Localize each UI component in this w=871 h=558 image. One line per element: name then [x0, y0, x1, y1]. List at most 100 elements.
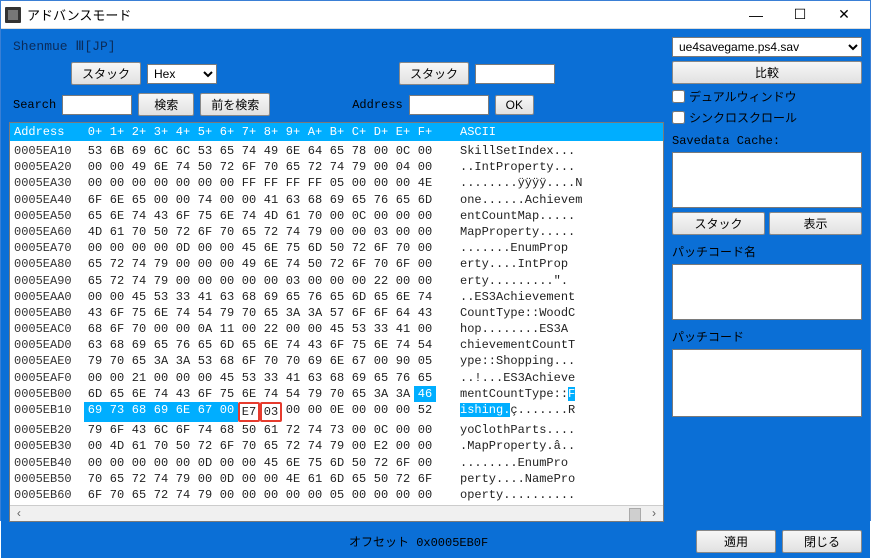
hex-byte[interactable]: 00 [172, 370, 194, 386]
dual-window-check[interactable]: デュアルウィンドウ [672, 88, 862, 105]
hex-byte[interactable]: 70 [238, 305, 260, 321]
hex-byte[interactable]: FF [282, 175, 304, 191]
hex-row[interactable]: 0005EA9065727479000000000003000000220000… [14, 273, 659, 289]
hex-body[interactable]: 0005EA10536B696C6C536574496E646578000C00… [10, 141, 663, 505]
hex-byte[interactable]: 00 [392, 487, 414, 503]
hex-byte[interactable]: 90 [392, 353, 414, 369]
hex-byte[interactable]: 70 [260, 353, 282, 369]
hex-byte[interactable]: 49 [128, 159, 150, 175]
hex-byte[interactable]: 74 [172, 159, 194, 175]
hex-byte[interactable]: 00 [370, 487, 392, 503]
hex-byte[interactable]: 3A [304, 305, 326, 321]
hex-byte[interactable]: 6F [172, 422, 194, 438]
hex-byte[interactable]: 00 [370, 353, 392, 369]
hex-byte[interactable]: 6F [370, 305, 392, 321]
hex-row[interactable]: 0005EB006D656E74436F756E74547970653A3A46… [14, 386, 659, 402]
hex-byte[interactable]: 11 [216, 321, 238, 337]
hex-byte[interactable]: 43 [414, 305, 436, 321]
hex-byte[interactable]: 49 [238, 256, 260, 272]
hex-byte[interactable]: 78 [348, 143, 370, 159]
hex-byte[interactable]: 74 [304, 438, 326, 454]
hex-byte[interactable]: 0D [172, 240, 194, 256]
hex-byte[interactable]: 33 [260, 370, 282, 386]
hex-byte[interactable]: 79 [216, 305, 238, 321]
hex-byte[interactable]: 74 [414, 289, 436, 305]
hex-byte[interactable]: 6E [282, 143, 304, 159]
hex-byte[interactable]: 41 [260, 192, 282, 208]
hex-byte[interactable]: 45 [326, 321, 348, 337]
hex-byte[interactable]: 43 [150, 208, 172, 224]
hex-byte[interactable]: 43 [304, 337, 326, 353]
format-select[interactable]: Hex [147, 64, 217, 84]
hex-row[interactable]: 0005EA10536B696C6C536574496E646578000C00… [14, 143, 659, 159]
hex-byte[interactable]: 54 [282, 386, 304, 402]
hex-byte[interactable]: 00 [392, 224, 414, 240]
hex-byte[interactable]: 74 [128, 256, 150, 272]
hex-byte[interactable]: 00 [370, 143, 392, 159]
hex-byte[interactable]: 68 [106, 337, 128, 353]
hex-byte[interactable]: 21 [128, 370, 150, 386]
hex-byte[interactable]: 00 [84, 438, 106, 454]
hex-byte[interactable]: 61 [304, 471, 326, 487]
hex-byte[interactable]: 50 [370, 471, 392, 487]
hex-byte[interactable]: 00 [106, 455, 128, 471]
hex-byte[interactable]: 00 [370, 402, 392, 422]
hex-byte[interactable]: 65 [326, 289, 348, 305]
hex-byte[interactable]: 00 [370, 175, 392, 191]
hex-byte[interactable]: 6F [106, 305, 128, 321]
scroll-left-icon[interactable]: ‹ [12, 507, 26, 521]
hex-byte[interactable]: 05 [414, 353, 436, 369]
hex-byte[interactable]: 74 [238, 143, 260, 159]
hex-byte[interactable]: 54 [414, 337, 436, 353]
hex-byte[interactable]: 00 [150, 192, 172, 208]
hex-row[interactable]: 0005EA406F6E650000740000416368696576656D… [14, 192, 659, 208]
hex-byte[interactable]: 45 [128, 289, 150, 305]
hex-byte[interactable]: 3A [172, 353, 194, 369]
hex-byte[interactable]: 00 [348, 175, 370, 191]
hex-byte[interactable]: 65 [84, 208, 106, 224]
hex-byte[interactable]: 6E [260, 256, 282, 272]
hex-byte[interactable]: 00 [194, 256, 216, 272]
hex-byte[interactable]: 75 [348, 337, 370, 353]
hex-row[interactable]: 0005EA70000000000D0000456E756D50726F7000… [14, 240, 659, 256]
hex-byte[interactable]: 00 [348, 422, 370, 438]
hex-byte[interactable]: 6D [326, 455, 348, 471]
hex-byte[interactable]: 6F [84, 192, 106, 208]
hex-byte[interactable]: 0C [392, 143, 414, 159]
hex-byte[interactable]: 22 [260, 321, 282, 337]
hex-byte[interactable]: 74 [128, 208, 150, 224]
hex-byte[interactable]: 00 [414, 159, 436, 175]
hex-byte[interactable]: 79 [304, 224, 326, 240]
hex-byte[interactable]: 00 [238, 471, 260, 487]
hex-byte[interactable]: 53 [84, 143, 106, 159]
hex-byte[interactable]: 70 [238, 438, 260, 454]
hex-byte[interactable]: 00 [194, 273, 216, 289]
hex-byte[interactable]: 6F [392, 455, 414, 471]
hex-byte[interactable]: 00 [216, 192, 238, 208]
hex-byte[interactable]: 00 [238, 192, 260, 208]
hex-byte[interactable]: 61 [282, 208, 304, 224]
hex-byte[interactable]: 00 [414, 208, 436, 224]
hex-byte[interactable]: 65 [348, 471, 370, 487]
hex-byte[interactable]: 00 [106, 159, 128, 175]
hex-byte[interactable]: 41 [392, 321, 414, 337]
hex-byte[interactable]: 00 [348, 487, 370, 503]
hex-byte[interactable]: 65 [150, 337, 172, 353]
hex-byte[interactable]: 74 [150, 386, 172, 402]
hex-byte[interactable]: 65 [106, 471, 128, 487]
hex-byte[interactable]: 43 [172, 386, 194, 402]
hex-byte[interactable]: 73 [106, 402, 128, 422]
hex-byte[interactable]: 70 [392, 240, 414, 256]
hex-byte[interactable]: 0C [348, 208, 370, 224]
hex-row[interactable]: 0005EA8065727479000000496E7450726F706F00… [14, 256, 659, 272]
hex-byte[interactable]: 46 [414, 386, 436, 402]
search-prev-button[interactable]: 前を検索 [200, 93, 270, 116]
hex-row[interactable]: 0005EAE07970653A3A53686F7070696E67009005… [14, 353, 659, 369]
hex-byte[interactable]: 65 [326, 143, 348, 159]
hex-byte[interactable]: 72 [150, 487, 172, 503]
hex-byte[interactable]: 00 [172, 256, 194, 272]
hex-byte[interactable]: 6E [216, 208, 238, 224]
hex-byte[interactable]: 6F [326, 337, 348, 353]
hex-byte[interactable]: 75 [304, 455, 326, 471]
hex-byte[interactable]: 6C [172, 143, 194, 159]
